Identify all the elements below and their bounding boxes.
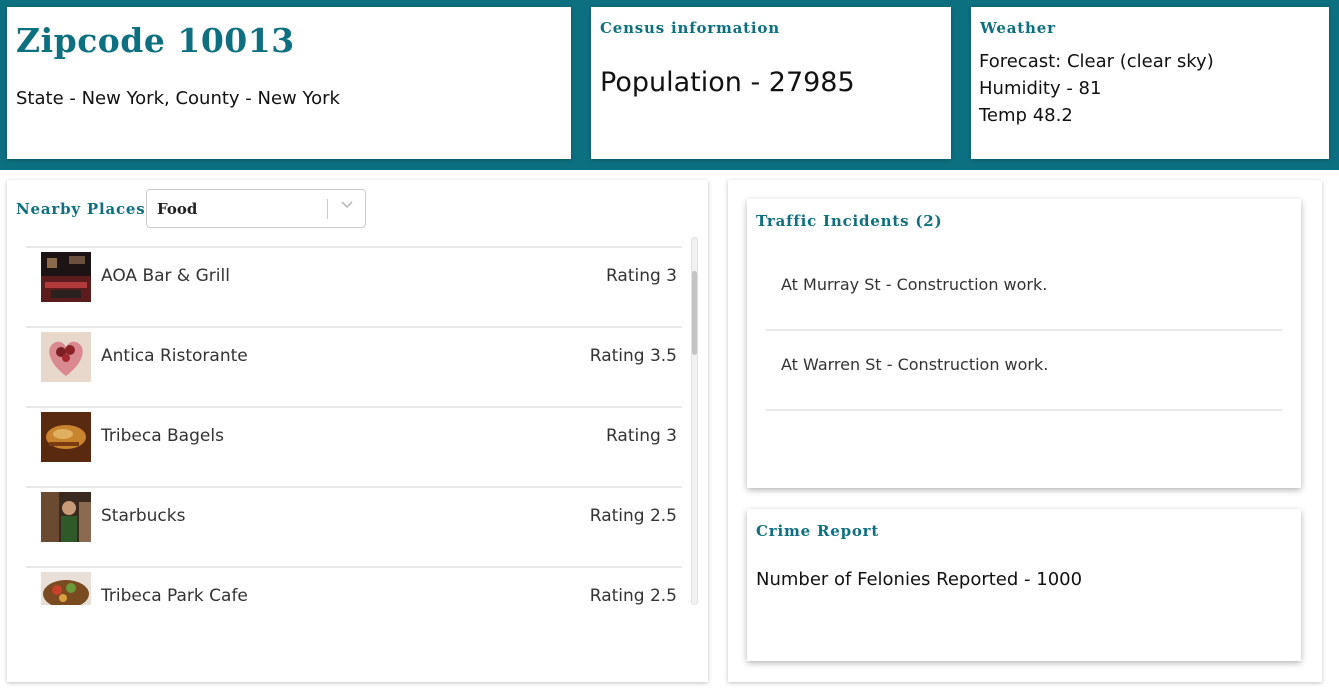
list-item[interactable]: Starbucks Rating 2.5 [26,486,682,566]
place-name: AOA Bar & Grill [101,266,230,286]
place-rating: Rating 3 [605,266,677,286]
place-name: Tribeca Bagels [101,426,224,446]
weather-details: Forecast: Clear (clear sky) Humidity - 8… [979,48,1214,129]
census-card: Census information Population - 27985 [591,7,951,159]
list-item: At Murray St - Construction work. [766,251,1282,331]
nearby-places-label: Nearby Places [16,200,146,218]
place-rating: Rating 3 [605,426,677,446]
population-value: Population - 27985 [600,67,855,98]
place-rating: Rating 2.5 [589,586,677,605]
category-select[interactable]: Food [146,189,366,228]
place-rating: Rating 2.5 [589,506,677,526]
nearby-places-panel: Nearby Places Food AOA Bar & Grill Ratin… [7,180,708,682]
location-line: State - New York, County - New York [16,88,340,109]
weather-temp: Temp 48.2 [979,105,1073,126]
list-item[interactable]: AOA Bar & Grill Rating 3 [26,246,682,326]
place-name: Tribeca Park Cafe [101,586,248,605]
scrollbar-thumb[interactable] [692,271,697,355]
felonies-count: Number of Felonies Reported - 1000 [756,569,1083,590]
place-thumbnail [41,252,91,302]
crime-heading: Crime Report [756,522,880,540]
places-scrollbar[interactable] [691,237,698,605]
place-thumbnail [41,332,91,382]
traffic-card: Traffic Incidents (2) At Murray St - Con… [747,199,1301,488]
place-thumbnail [41,572,91,605]
weather-humidity: Humidity - 81 [979,78,1102,99]
census-heading: Census information [600,19,780,37]
weather-card: Weather Forecast: Clear (clear sky) Humi… [971,7,1329,159]
traffic-heading: Traffic Incidents (2) [756,212,943,230]
chevron-down-icon[interactable] [340,197,354,211]
place-name: Starbucks [101,506,186,526]
place-rating: Rating 3.5 [589,346,677,366]
list-item: At Warren St - Construction work. [766,331,1282,411]
zipcode-card: Zipcode 10013 State - New York, County -… [7,7,571,159]
place-thumbnail [41,412,91,462]
incident-text: At Warren St - Construction work. [781,355,1049,374]
list-item[interactable]: Antica Ristorante Rating 3.5 [26,326,682,406]
page-title: Zipcode 10013 [16,21,295,60]
weather-heading: Weather [980,19,1056,37]
category-select-value: Food [157,200,198,218]
place-thumbnail [41,492,91,542]
list-item[interactable]: Tribeca Bagels Rating 3 [26,406,682,486]
list-item[interactable]: Tribeca Park Cafe Rating 2.5 [26,566,682,605]
crime-card: Crime Report Number of Felonies Reported… [747,509,1301,661]
weather-forecast: Forecast: Clear (clear sky) [979,51,1214,72]
place-name: Antica Ristorante [101,346,248,366]
incident-text: At Murray St - Construction work. [781,275,1048,294]
places-list: AOA Bar & Grill Rating 3 Antica Ristoran… [26,246,682,605]
select-divider [327,199,328,219]
